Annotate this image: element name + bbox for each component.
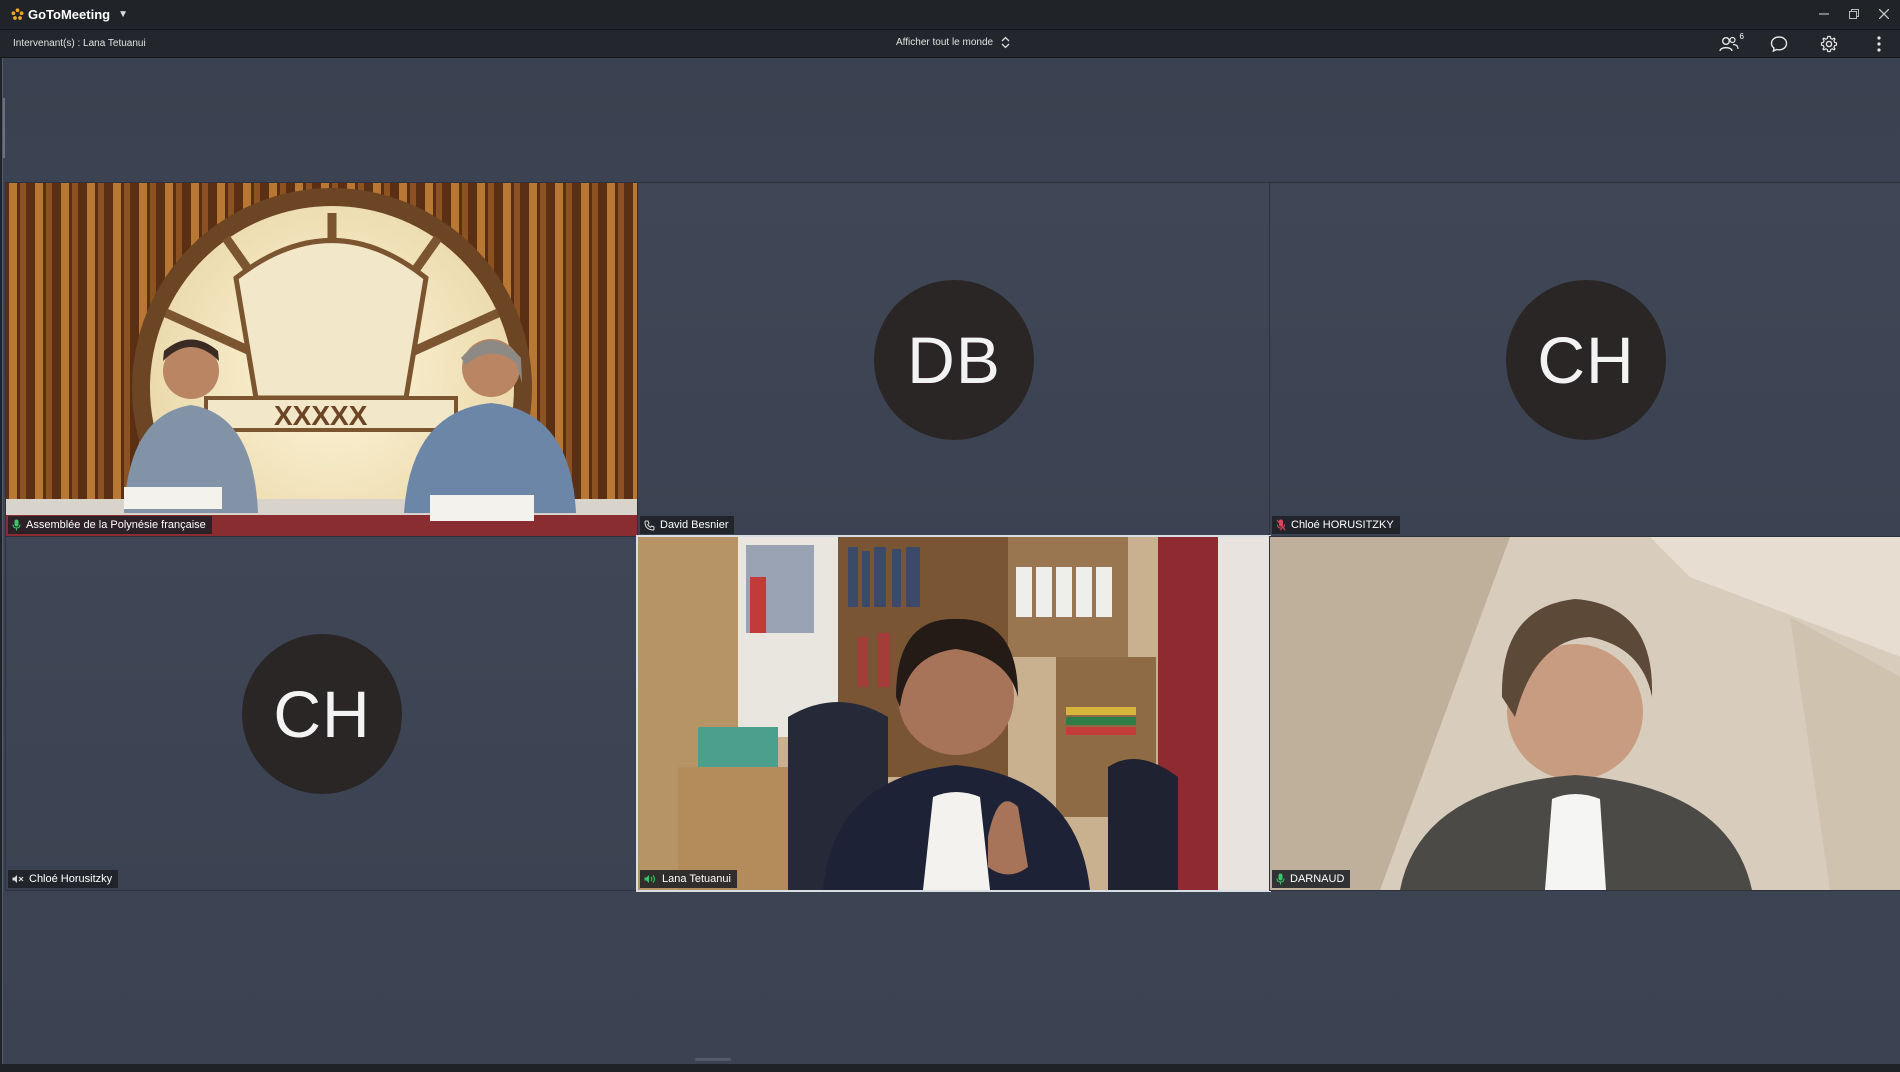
speaker-muted-icon bbox=[12, 875, 24, 883]
video-tile-lana-tetuanui[interactable]: Lana Tetuanui bbox=[636, 535, 1271, 892]
participant-name-tag: David Besnier bbox=[640, 516, 735, 534]
window-titlebar: GoToMeeting ▼ bbox=[0, 0, 1900, 30]
speakers-value: Lana Tetuanui bbox=[83, 38, 146, 49]
attendee-count-badge: 6 bbox=[1739, 32, 1744, 41]
participant-name: Chloé Horusitzky bbox=[29, 873, 113, 885]
minimize-button[interactable] bbox=[1816, 4, 1832, 24]
assembly-video-frame: XXXXX bbox=[6, 183, 637, 536]
svg-text:XXXXX: XXXXX bbox=[274, 400, 368, 431]
video-tile-assembly[interactable]: XXXXX Assemblée de la Polynésie français… bbox=[5, 182, 638, 537]
participant-name: David Besnier bbox=[660, 519, 729, 531]
active-speakers: Intervenant(s) : Lana Tetuanui bbox=[13, 38, 146, 49]
restore-icon bbox=[1849, 9, 1859, 19]
video-tile-chloe-horusitzky-lower[interactable]: CH Chloé Horusitzky bbox=[5, 536, 638, 891]
avatar: CH bbox=[1506, 280, 1666, 440]
up-down-chevron-icon bbox=[1001, 36, 1010, 49]
minimize-icon bbox=[1819, 13, 1829, 15]
microphone-icon bbox=[12, 519, 21, 531]
app-title: GoToMeeting bbox=[28, 7, 111, 22]
video-stage: XXXXX Assemblée de la Polynésie français… bbox=[2, 58, 1900, 1064]
avatar: DB bbox=[874, 280, 1034, 440]
view-mode-label: Afficher tout le monde bbox=[896, 37, 994, 48]
microphone-muted-icon bbox=[1276, 519, 1286, 531]
participant-name-tag: Chloé HORUSITZKY bbox=[1272, 516, 1400, 534]
participant-name: Chloé HORUSITZKY bbox=[1291, 519, 1394, 531]
more-options-button[interactable] bbox=[1868, 33, 1890, 55]
close-icon bbox=[1879, 9, 1889, 19]
participant-name: Assemblée de la Polynésie française bbox=[26, 519, 206, 531]
video-tile-david-besnier[interactable]: DB David Besnier bbox=[637, 182, 1270, 537]
participant-name-tag: Chloé Horusitzky bbox=[8, 870, 119, 888]
participant-name-tag: Lana Tetuanui bbox=[640, 870, 737, 888]
avatar-initials: CH bbox=[273, 677, 371, 751]
participant-name-tag: Assemblée de la Polynésie française bbox=[8, 516, 212, 534]
settings-button[interactable] bbox=[1818, 33, 1840, 55]
meeting-toolbar: Intervenant(s) : Lana Tetuanui Afficher … bbox=[0, 30, 1900, 58]
window-bottom-border bbox=[0, 1064, 1900, 1072]
lana-video-frame bbox=[638, 537, 1269, 890]
chevron-down-icon: ▼ bbox=[118, 9, 128, 20]
video-tile-darnaud[interactable]: DARNAUD bbox=[1269, 536, 1900, 891]
speaking-speaker-icon bbox=[644, 875, 656, 883]
gear-icon bbox=[1820, 35, 1838, 53]
people-icon bbox=[1719, 36, 1739, 52]
darnaud-video-frame bbox=[1270, 537, 1900, 890]
view-mode-selector[interactable]: Afficher tout le monde bbox=[896, 36, 1010, 49]
stage-resize-handle[interactable] bbox=[695, 1058, 731, 1061]
avatar: CH bbox=[242, 634, 402, 794]
attendees-button[interactable]: 6 bbox=[1718, 32, 1744, 55]
avatar-initials: CH bbox=[1537, 323, 1635, 397]
gotomeeting-logo-icon bbox=[11, 8, 24, 20]
chat-bubble-icon bbox=[1770, 36, 1788, 53]
participant-name: DARNAUD bbox=[1290, 873, 1345, 885]
participant-name: Lana Tetuanui bbox=[662, 873, 731, 885]
app-menu[interactable]: GoToMeeting ▼ bbox=[11, 7, 128, 22]
phone-icon bbox=[644, 520, 655, 531]
microphone-icon bbox=[1276, 873, 1285, 885]
chat-button[interactable] bbox=[1768, 33, 1790, 55]
restore-button[interactable] bbox=[1846, 4, 1862, 24]
video-tile-chloe-horusitzky-upper[interactable]: CH Chloé HORUSITZKY bbox=[1269, 182, 1900, 537]
participant-name-tag: DARNAUD bbox=[1272, 870, 1351, 888]
close-button[interactable] bbox=[1876, 4, 1892, 24]
speakers-label: Intervenant(s) : bbox=[13, 38, 81, 49]
avatar-initials: DB bbox=[907, 323, 1001, 397]
vertical-dots-icon bbox=[1877, 36, 1881, 52]
stage-scroll-indicator[interactable] bbox=[3, 98, 5, 158]
